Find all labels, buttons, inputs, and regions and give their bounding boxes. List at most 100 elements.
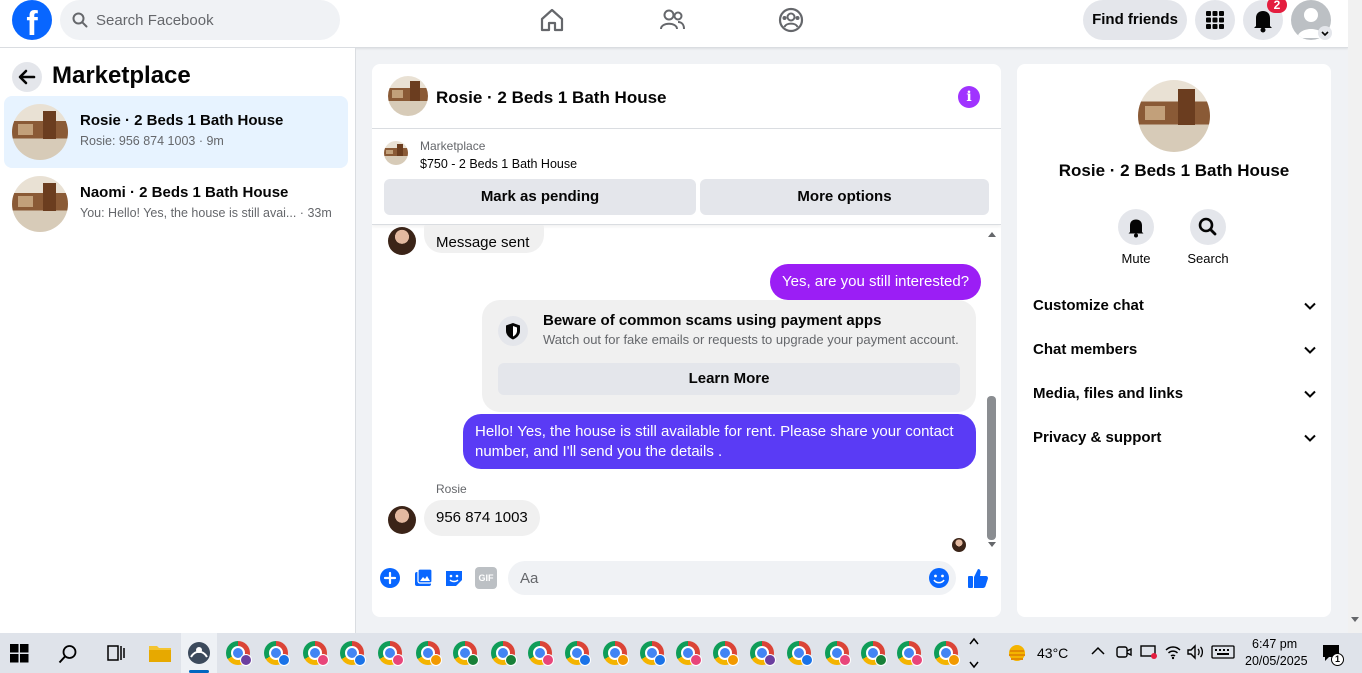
like-icon[interactable] <box>967 567 989 589</box>
notification-badge: 2 <box>1267 0 1287 13</box>
chevron-down-icon <box>1304 390 1316 398</box>
marketplace-listing-bar: Marketplace $750 - 2 Beds 1 Bath House M… <box>372 129 1001 225</box>
section-label: Customize chat <box>1033 297 1144 314</box>
conversation-name: Rosie · 2 Beds 1 Bath House <box>80 112 284 129</box>
scroll-down-icon[interactable] <box>1350 616 1360 624</box>
emoji-icon[interactable] <box>928 567 950 589</box>
taskbar-overflow-arrows-icon[interactable] <box>968 636 980 670</box>
conversation-preview: You: Hello! Yes, the house is still avai… <box>80 206 332 220</box>
scroll-thumb[interactable] <box>987 396 996 540</box>
plus-icon[interactable] <box>379 567 401 589</box>
active-app-highlight[interactable] <box>181 633 217 673</box>
scam-warning-body: Watch out for fake emails or requests to… <box>543 332 959 347</box>
chat-title[interactable]: Rosie · 2 Beds 1 Bath House <box>436 88 667 108</box>
facebook-logo[interactable]: f <box>12 0 52 40</box>
profile-badge-icon <box>505 654 517 666</box>
chat-avatar[interactable] <box>388 76 428 116</box>
task-view-icon[interactable] <box>106 643 126 663</box>
conversation-name: Rosie · 2 Beds 1 Bath House <box>1058 161 1290 180</box>
conversation-item[interactable]: Rosie · 2 Beds 1 Bath House Rosie: 956 8… <box>4 96 348 168</box>
message-input-field[interactable] <box>508 561 956 595</box>
keyboard-icon[interactable] <box>1211 645 1235 659</box>
conversation-details-panel: Rosie · 2 Beds 1 Bath House Mute Search … <box>1017 64 1331 617</box>
profile-badge-icon <box>690 654 702 666</box>
mark-as-pending-button[interactable]: Mark as pending <box>384 179 696 215</box>
search-icon[interactable] <box>57 643 79 665</box>
search-input[interactable] <box>96 0 326 40</box>
mute-button[interactable]: Mute <box>1106 209 1166 266</box>
temperature[interactable]: 43°C <box>1037 645 1068 661</box>
conversation-item[interactable]: Naomi · 2 Beds 1 Bath House You: Hello! … <box>4 168 348 240</box>
page-title: Marketplace <box>52 62 191 89</box>
conversation-preview: Rosie: 956 874 1003 · 9m <box>80 134 224 148</box>
gif-icon[interactable]: GIF <box>475 567 497 589</box>
friends-icon[interactable] <box>658 6 686 34</box>
listing-thumbnail[interactable] <box>384 141 408 165</box>
info-icon[interactable]: i <box>958 86 980 108</box>
profile-badge-icon <box>354 654 366 666</box>
windows-taskbar: 43°C 6:47 pm 20/05/2025 1 <box>0 633 1362 673</box>
sender-avatar[interactable] <box>388 506 416 534</box>
volume-icon[interactable] <box>1186 644 1204 660</box>
listing-title[interactable]: $750 - 2 Beds 1 Bath House <box>420 157 577 171</box>
search-in-conversation-button[interactable]: Search <box>1178 209 1238 266</box>
section-label: Chat members <box>1033 341 1138 358</box>
message-input[interactable] <box>520 561 920 595</box>
shield-icon <box>498 316 528 346</box>
meet-now-icon[interactable] <box>1116 644 1132 660</box>
search-icon <box>72 12 88 28</box>
customize-chat-section[interactable]: Customize chat <box>1033 284 1317 328</box>
back-button[interactable] <box>12 62 42 92</box>
weather-sun-icon[interactable] <box>1004 641 1030 665</box>
message-bubble-outgoing: Yes, are you still interested? <box>770 264 982 300</box>
message-thread: Message sent Yes, are you still interest… <box>372 225 1001 555</box>
scroll-up-icon[interactable] <box>987 230 997 238</box>
top-navigation-bar: f Find friends 2 <box>0 0 1348 48</box>
section-label: Privacy & support <box>1033 429 1162 446</box>
profile-badge-icon <box>278 654 290 666</box>
clock-time[interactable]: 6:47 pm <box>1252 637 1297 651</box>
home-icon[interactable] <box>538 6 566 34</box>
profile-badge-icon <box>875 654 887 666</box>
message-bubble-incoming: Message sent <box>424 225 544 253</box>
scroll-down-icon[interactable] <box>987 541 997 549</box>
chevron-up-icon[interactable] <box>1091 646 1105 656</box>
more-options-button[interactable]: More options <box>700 179 989 215</box>
photo-icon[interactable] <box>412 567 434 589</box>
listing-thumbnail <box>12 104 68 160</box>
menu-button[interactable] <box>1195 0 1235 40</box>
find-friends-button[interactable]: Find friends <box>1083 0 1187 40</box>
profile-badge-icon <box>911 654 923 666</box>
profile-badge-icon <box>392 654 404 666</box>
message-bubble-incoming: 956 874 1003 <box>424 500 540 536</box>
media-files-links-section[interactable]: Media, files and links <box>1033 372 1317 416</box>
profile-badge-icon <box>948 654 960 666</box>
chat-members-section[interactable]: Chat members <box>1033 328 1317 372</box>
profile-badge-icon <box>727 654 739 666</box>
mute-label: Mute <box>1121 251 1151 266</box>
chevron-down-icon[interactable] <box>1318 26 1332 40</box>
groups-icon[interactable] <box>777 6 805 34</box>
file-explorer-icon[interactable] <box>148 642 172 664</box>
wifi-icon[interactable] <box>1164 644 1182 660</box>
windows-start-icon[interactable] <box>10 644 29 663</box>
sticker-icon[interactable] <box>443 567 465 589</box>
arrow-left-icon <box>18 69 36 85</box>
marketplace-conversations-panel: Marketplace Rosie · 2 Beds 1 Bath House … <box>0 48 356 633</box>
profile-badge-icon <box>542 654 554 666</box>
page-scrollbar[interactable] <box>1348 0 1362 633</box>
clock-date[interactable]: 20/05/2025 <box>1245 654 1308 668</box>
marketplace-label: Marketplace <box>420 139 486 153</box>
sender-avatar[interactable] <box>388 227 416 255</box>
search-facebook[interactable] <box>60 0 340 40</box>
conversation-avatar[interactable] <box>1138 80 1210 152</box>
chat-header: Rosie · 2 Beds 1 Bath House i <box>372 64 1001 129</box>
profile-badge-icon <box>839 654 851 666</box>
profile-badge-icon <box>579 654 591 666</box>
network-adapter-icon[interactable] <box>1140 644 1158 660</box>
privacy-support-section[interactable]: Privacy & support <box>1033 416 1317 460</box>
search-icon <box>1190 209 1226 245</box>
chat-panel: Rosie · 2 Beds 1 Bath House i Marketplac… <box>372 64 1001 617</box>
profile-badge-icon <box>617 654 629 666</box>
learn-more-button[interactable]: Learn More <box>498 363 960 395</box>
